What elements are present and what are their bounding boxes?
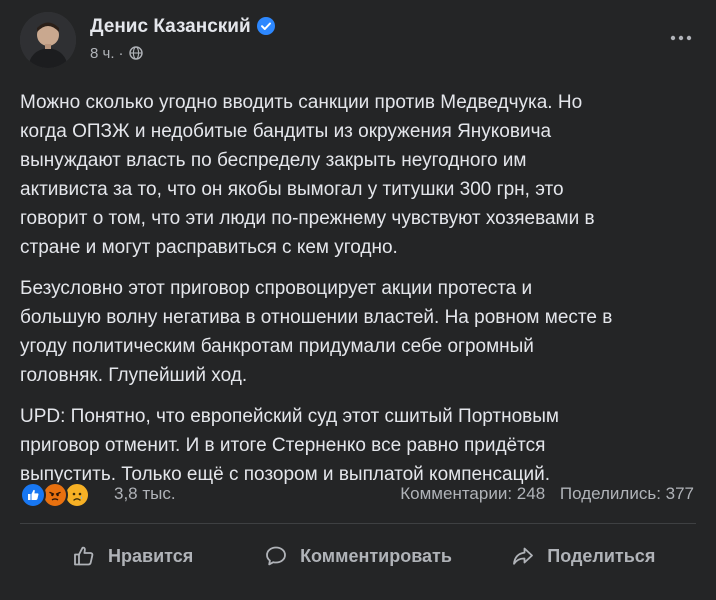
facebook-post: Денис Казанский 8 ч. · Можно сколько угод… <box>0 0 716 600</box>
reaction-icons[interactable] <box>20 482 102 508</box>
more-options-button[interactable] <box>666 28 696 48</box>
reaction-count[interactable]: 3,8 тыс. <box>114 484 176 504</box>
post-stats: Комментарии: 248 Поделились: 377 <box>400 484 694 504</box>
share-arrow-icon <box>513 547 534 565</box>
divider <box>20 523 696 524</box>
more-dots-icon <box>670 35 692 41</box>
post-meta: 8 ч. · <box>90 45 143 62</box>
author-name-text[interactable]: Денис Казанский <box>90 16 251 37</box>
author-avatar[interactable] <box>20 12 76 68</box>
verified-badge-icon <box>256 17 275 35</box>
comment-count[interactable]: Комментарии: 248 <box>400 484 545 503</box>
post-paragraph: UPD: Понятно, что европейский суд этот с… <box>20 406 559 485</box>
post-paragraph: Безусловно этот приговор спровоцирует ак… <box>20 278 613 386</box>
like-label: Нравится <box>108 545 194 566</box>
comment-button[interactable]: Комментировать <box>245 528 470 584</box>
post-body: Можно сколько угодно вводить санкции про… <box>20 88 700 501</box>
like-button[interactable]: Нравится <box>20 528 245 584</box>
share-label: Поделиться <box>547 545 656 566</box>
reactions-bar: 3,8 тыс. Комментарии: 248 Поделились: 37… <box>20 482 694 508</box>
post-time[interactable]: 8 ч. <box>90 45 115 62</box>
author-name[interactable]: Денис Казанский <box>90 16 275 38</box>
comment-label: Комментировать <box>300 545 452 566</box>
globe-icon <box>128 46 143 60</box>
share-count[interactable]: Поделились: 377 <box>560 484 694 503</box>
post-paragraph: Можно сколько угодно вводить санкции про… <box>20 92 595 258</box>
post-header: Денис Казанский 8 ч. · <box>20 12 696 68</box>
share-button[interactable]: Поделиться <box>471 528 696 584</box>
like-reaction-icon <box>20 482 46 508</box>
post-actions: Нравится Комментировать Поделиться <box>20 528 696 584</box>
comment-bubble-icon <box>266 546 286 566</box>
meta-separator: · <box>118 45 124 62</box>
thumbs-up-icon <box>74 546 94 566</box>
